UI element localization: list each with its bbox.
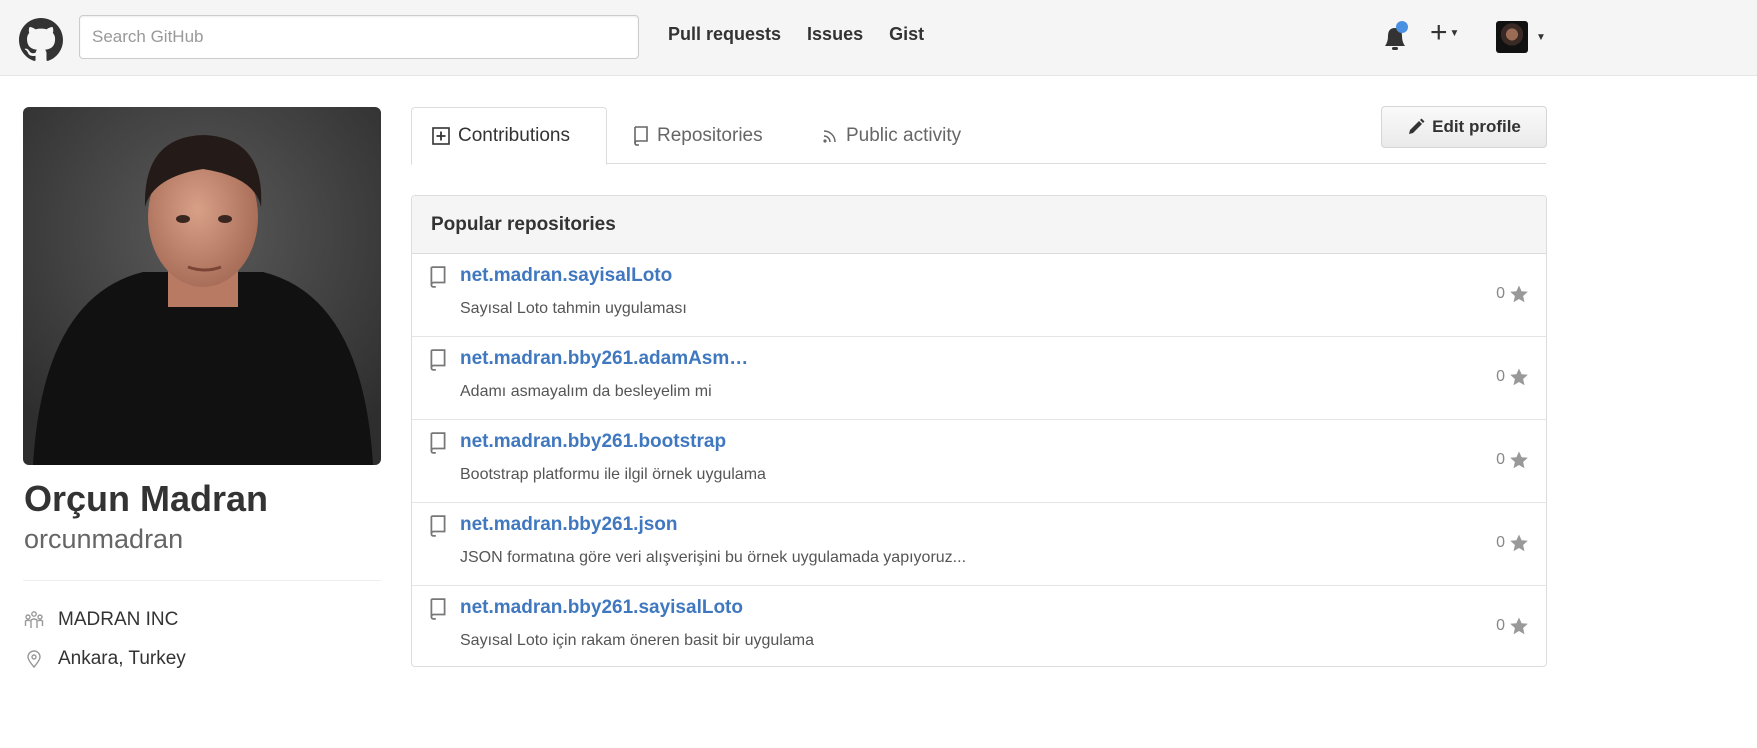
repo-description: Sayısal Loto için rakam öneren basit bir… xyxy=(460,632,814,649)
repo-list-item[interactable]: net.madran.bby261.bootstrap Bootstrap pla… xyxy=(412,420,1546,503)
popular-repositories-title: Popular repositories xyxy=(412,196,1546,254)
rss-icon xyxy=(823,129,836,143)
tab-label: Public activity xyxy=(846,124,962,146)
repo-name-link[interactable]: net.madran.sayisalLoto xyxy=(460,265,672,287)
star-icon xyxy=(1510,451,1528,469)
tab-label: Repositories xyxy=(657,124,763,146)
star-icon xyxy=(1510,617,1528,635)
repo-star-count[interactable]: 0 xyxy=(1496,284,1529,304)
nav-issues[interactable]: Issues xyxy=(807,24,863,45)
repo-description: Bootstrap platformu ile ilgil örnek uygu… xyxy=(460,466,766,483)
create-new-button[interactable]: + ▼ xyxy=(1430,16,1459,51)
repo-star-count[interactable]: 0 xyxy=(1496,450,1529,470)
tab-label: Contributions xyxy=(458,125,570,146)
nav-pull-requests[interactable]: Pull requests xyxy=(668,24,781,45)
repo-icon xyxy=(430,349,446,371)
repo-icon xyxy=(430,432,446,454)
repo-description: JSON formatına göre veri alışverişini bu… xyxy=(460,549,967,566)
star-count: 0 xyxy=(1496,451,1505,468)
repo-icon xyxy=(430,515,446,537)
star-icon xyxy=(1510,368,1528,386)
tab-public-activity[interactable]: Public activity xyxy=(822,107,961,164)
organization-label: MADRAN INC xyxy=(58,609,179,630)
search-input[interactable] xyxy=(79,15,639,59)
profile-organization: MADRAN INC xyxy=(24,609,178,631)
top-nav: Pull requests Issues Gist xyxy=(668,24,924,45)
repo-list-item[interactable]: net.madran.bby261.json JSON formatına gör… xyxy=(412,503,1546,586)
organization-icon xyxy=(24,611,44,628)
profile-photo xyxy=(23,107,381,465)
github-logo-icon[interactable] xyxy=(19,18,63,62)
profile-username: orcunmadran xyxy=(24,524,184,554)
repo-icon xyxy=(430,266,446,288)
repo-list-item[interactable]: net.madran.sayisalLoto Sayısal Loto tahmi… xyxy=(412,254,1546,337)
star-count: 0 xyxy=(1496,285,1505,302)
pencil-icon xyxy=(1409,118,1425,134)
popular-repositories-box: Popular repositories net.madran.sayisalL… xyxy=(411,195,1547,667)
repo-icon xyxy=(430,598,446,620)
nav-gist[interactable]: Gist xyxy=(889,24,924,45)
plus-square-icon xyxy=(432,127,450,145)
tab-contributions[interactable]: Contributions xyxy=(411,107,607,165)
edit-profile-label: Edit profile xyxy=(1432,117,1521,136)
top-header: Pull requests Issues Gist +▼ ▼ xyxy=(0,0,1757,76)
profile-tabs: Contributions Repositories Public activi… xyxy=(411,107,1546,165)
chevron-down-icon: ▼ xyxy=(1449,28,1460,40)
profile-fullname: Orçun Madran xyxy=(24,478,269,519)
repo-list-item[interactable]: net.madran.bby261.adamAsm… Adamı asmayalı… xyxy=(412,337,1546,420)
repo-list-item[interactable]: net.madran.bby261.sayisalLoto Sayısal Lot… xyxy=(412,586,1546,666)
repo-name-link[interactable]: net.madran.bby261.json xyxy=(460,514,678,536)
user-menu-button[interactable]: ▼ xyxy=(1496,21,1546,53)
star-count: 0 xyxy=(1496,368,1505,385)
repo-star-count[interactable]: 0 xyxy=(1496,533,1529,553)
avatar xyxy=(1496,21,1528,53)
repo-description: Adamı asmayalım da besleyelim mi xyxy=(460,383,712,400)
star-icon xyxy=(1510,285,1528,303)
profile-location: Ankara, Turkey xyxy=(24,648,186,670)
star-count: 0 xyxy=(1496,617,1505,634)
notifications-bell-icon[interactable] xyxy=(1380,20,1410,54)
tab-repositories[interactable]: Repositories xyxy=(633,107,763,164)
divider xyxy=(23,580,381,581)
repo-star-count[interactable]: 0 xyxy=(1496,367,1529,387)
chevron-down-icon: ▼ xyxy=(1536,31,1546,43)
repo-name-link[interactable]: net.madran.bby261.adamAsm… xyxy=(460,348,748,370)
star-icon xyxy=(1510,534,1528,552)
repo-name-link[interactable]: net.madran.bby261.bootstrap xyxy=(460,431,726,453)
repo-icon xyxy=(634,125,648,146)
location-pin-icon xyxy=(27,650,41,669)
star-count: 0 xyxy=(1496,534,1505,551)
repo-star-count[interactable]: 0 xyxy=(1496,616,1529,636)
repo-description: Sayısal Loto tahmin uygulaması xyxy=(460,300,687,317)
repo-name-link[interactable]: net.madran.bby261.sayisalLoto xyxy=(460,597,743,619)
location-label: Ankara, Turkey xyxy=(58,648,186,669)
edit-profile-button[interactable]: Edit profile xyxy=(1381,106,1547,148)
repo-list: net.madran.sayisalLoto Sayısal Loto tahmi… xyxy=(412,254,1546,666)
